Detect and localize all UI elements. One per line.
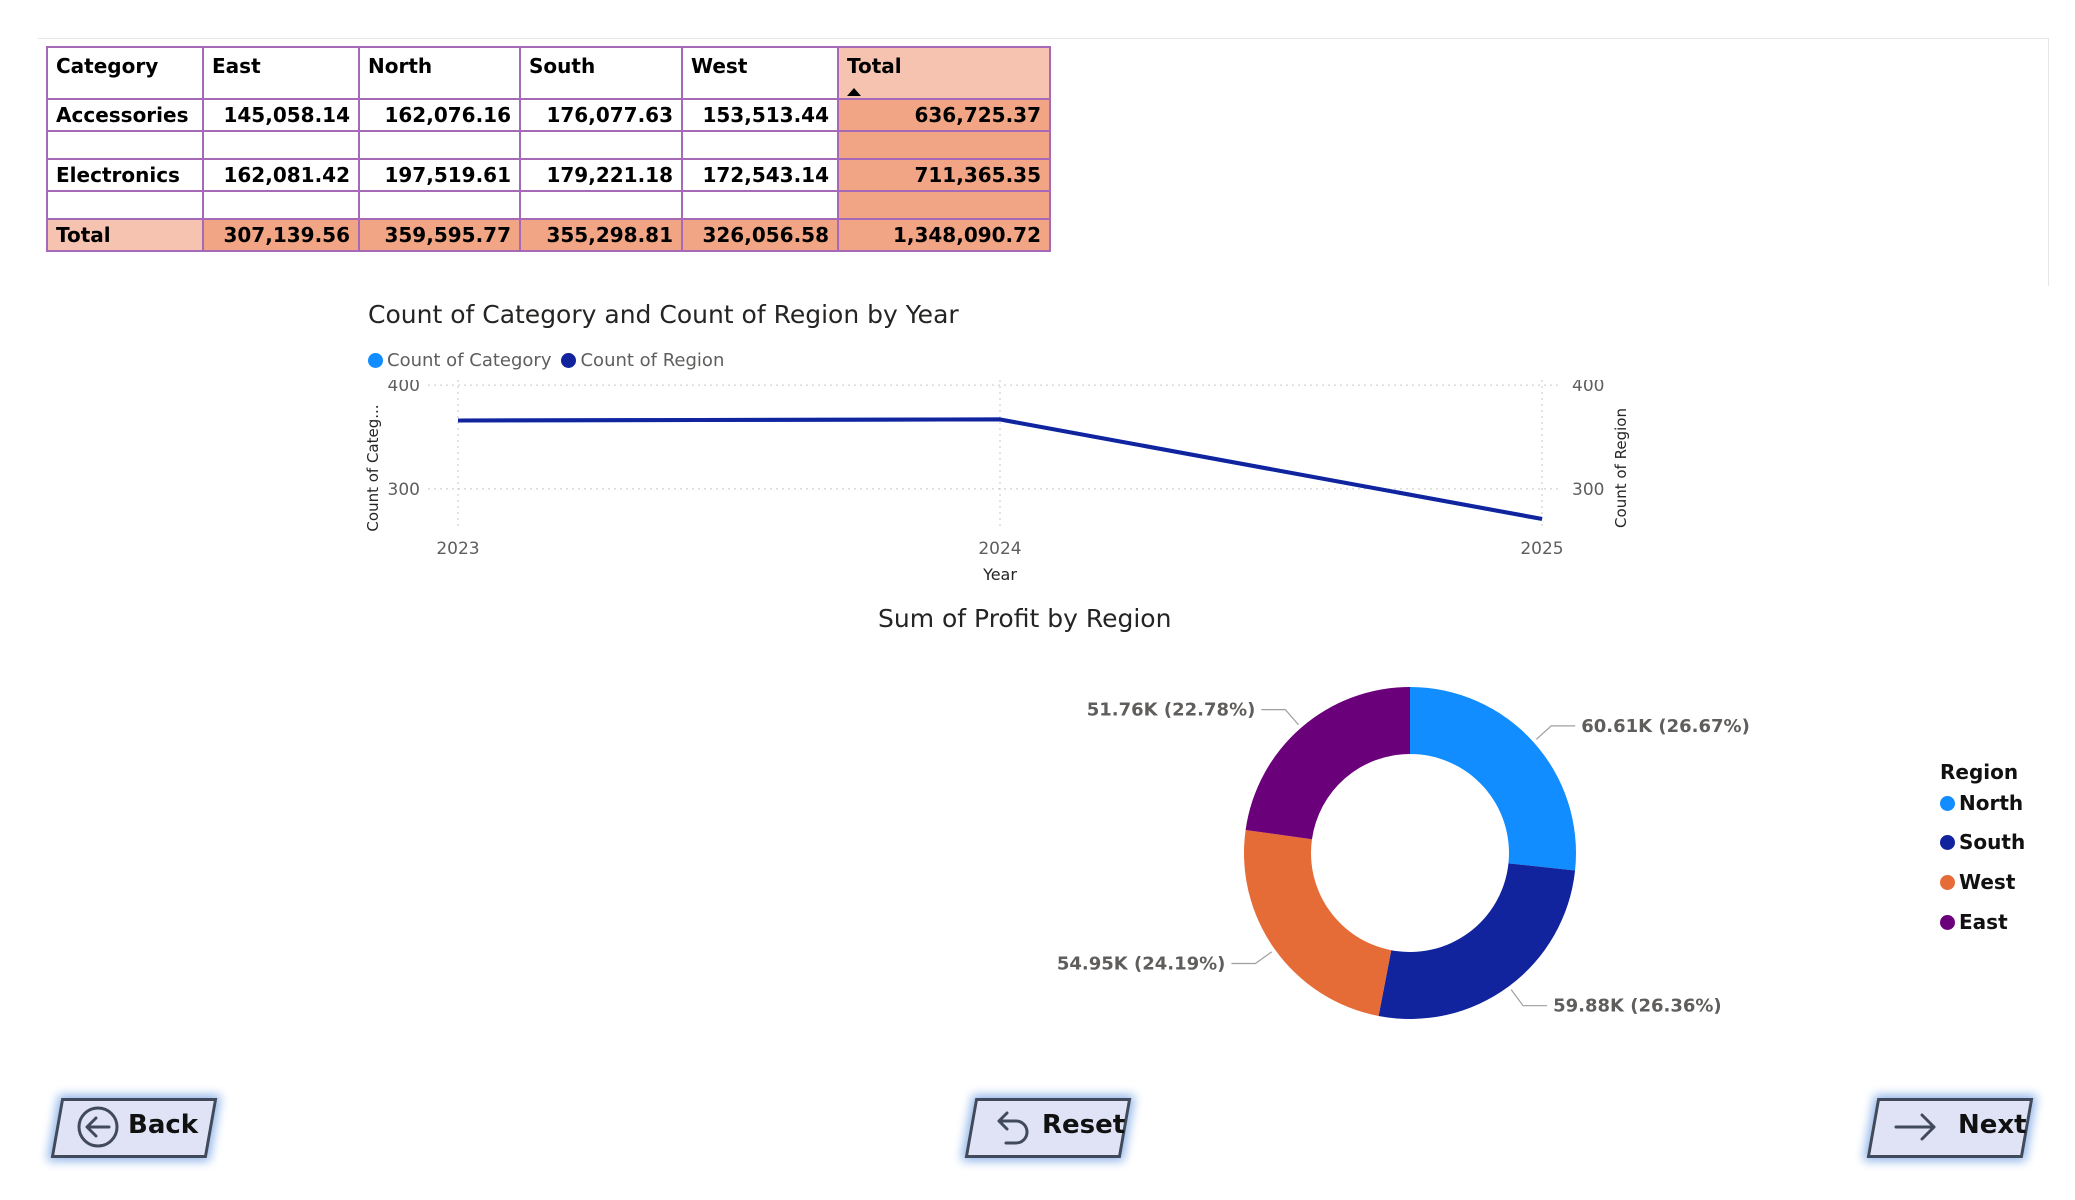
table-row-spacer [46,190,1051,220]
line-chart[interactable]: 300 400 300 400 2023 2024 2025 Year Count of Cat… [360,380,1640,580]
reset-button[interactable]: Reset [964,1098,1132,1158]
x-axis-title: Year [982,565,1017,580]
total-row-label: Total [46,218,204,252]
next-button-label: Next [1958,1110,2027,1140]
table-cell: 145,058.14 [202,98,360,132]
legend-label: Count of Category [387,350,552,371]
total-cell: 355,298.81 [519,218,683,252]
matrix-header-row: Category East North South West Total [46,46,1051,100]
y-tick-label: 400 [388,380,420,396]
header-total-label: Total [847,54,902,78]
row-label[interactable]: Electronics [46,158,204,192]
sales-matrix-table[interactable]: Category East North South West Total Acc… [46,46,1051,252]
x-tick-label: 2023 [436,539,479,559]
total-cell: 307,139.56 [202,218,360,252]
donut-data-label: 51.76K (22.78%) [1087,700,1256,721]
legend-dot-icon [1940,795,1955,811]
legend-dot-icon [1940,834,1955,850]
leader-line [1510,989,1548,1007]
legend-dot-icon [368,353,383,368]
legend-item-east[interactable]: East [1940,902,2025,942]
legend-item-north[interactable]: North [1940,784,2025,822]
leader-line [1231,951,1273,965]
back-circle-arrow-icon [77,1106,119,1148]
line-chart-title: Count of Category and Count of Region by… [368,300,959,329]
table-total-row: Total 307,139.56 359,595.77 355,298.81 3… [46,218,1051,252]
table-row: Electronics 162,081.42 197,519.61 179,22… [46,158,1051,192]
y-tick-label: 300 [388,480,420,500]
y2-tick-label: 300 [1572,480,1604,500]
legend-item-south[interactable]: South [1940,822,2025,862]
sort-ascending-icon [847,88,861,96]
reset-button-label: Reset [1042,1110,1126,1140]
table-cell: 197,519.61 [358,158,521,192]
legend-dot-icon [561,353,577,368]
back-button-label: Back [128,1110,199,1140]
table-cell: 176,077.63 [519,98,683,132]
header-west[interactable]: West [681,46,839,100]
leader-line [1535,725,1576,740]
legend-dot-icon [1940,914,1955,930]
legend-item-count-of-category[interactable]: Count of Category [368,350,551,371]
next-button[interactable]: Next [1866,1098,2034,1158]
donut-data-label: 60.61K (26.67%) [1581,716,1750,737]
table-cell-total: 636,725.37 [837,98,1051,132]
undo-arrow-icon [997,1111,1029,1145]
row-label[interactable]: Accessories [46,98,204,132]
y2-tick-label: 400 [1572,380,1604,396]
total-cell: 359,595.77 [358,218,521,252]
table-cell: 153,513.44 [681,98,839,132]
leader-line [1261,709,1299,726]
table-cell: 162,081.42 [202,158,360,192]
donut-data-label: 54.95K (24.19%) [1057,953,1226,974]
table-row: Accessories 145,058.14 162,076.16 176,07… [46,98,1051,132]
total-cell: 326,056.58 [681,218,839,252]
y-axis-title: Count of Categ... [364,404,382,531]
donut-slice-north[interactable] [1410,687,1576,871]
grand-total-cell: 1,348,090.72 [837,218,1051,252]
table-cell: 172,543.14 [681,158,839,192]
legend-label: Count of Region [580,350,725,371]
legend-label: East [1959,910,2008,934]
right-arrow-icon [1894,1113,1936,1141]
y2-axis-title: Count of Region [1612,408,1630,528]
table-cell: 162,076.16 [358,98,521,132]
donut-chart[interactable]: 60.61K (26.67%) 59.88K (26.36%) 54.95K (24… [1050,660,1790,1040]
table-cell: 179,221.18 [519,158,683,192]
header-east[interactable]: East [202,46,360,100]
line-chart-legend: Count of Category Count of Region [368,350,724,371]
donut-data-label: 59.88K (26.36%) [1553,996,1722,1017]
legend-label: South [1959,830,2026,854]
header-south[interactable]: South [519,46,683,100]
legend-item-west[interactable]: West [1940,862,2025,902]
region-legend-title: Region [1940,760,2019,784]
region-legend: Region North South West East [1940,760,2025,942]
legend-dot-icon [1940,874,1955,890]
header-total[interactable]: Total [837,46,1051,100]
legend-item-count-of-region[interactable]: Count of Region [561,350,724,371]
legend-label: West [1959,870,2016,894]
table-row-spacer [46,130,1051,160]
donut-slice-south[interactable] [1378,863,1576,1019]
x-tick-label: 2024 [978,539,1021,559]
header-category[interactable]: Category [46,46,204,100]
donut-slice-west[interactable] [1244,829,1392,1016]
back-button[interactable]: Back [50,1098,218,1158]
table-cell-total: 711,365.35 [837,158,1051,192]
header-north[interactable]: North [358,46,521,100]
legend-label: North [1959,791,2024,815]
x-tick-label: 2025 [1520,539,1563,559]
donut-chart-title: Sum of Profit by Region [878,604,1172,633]
